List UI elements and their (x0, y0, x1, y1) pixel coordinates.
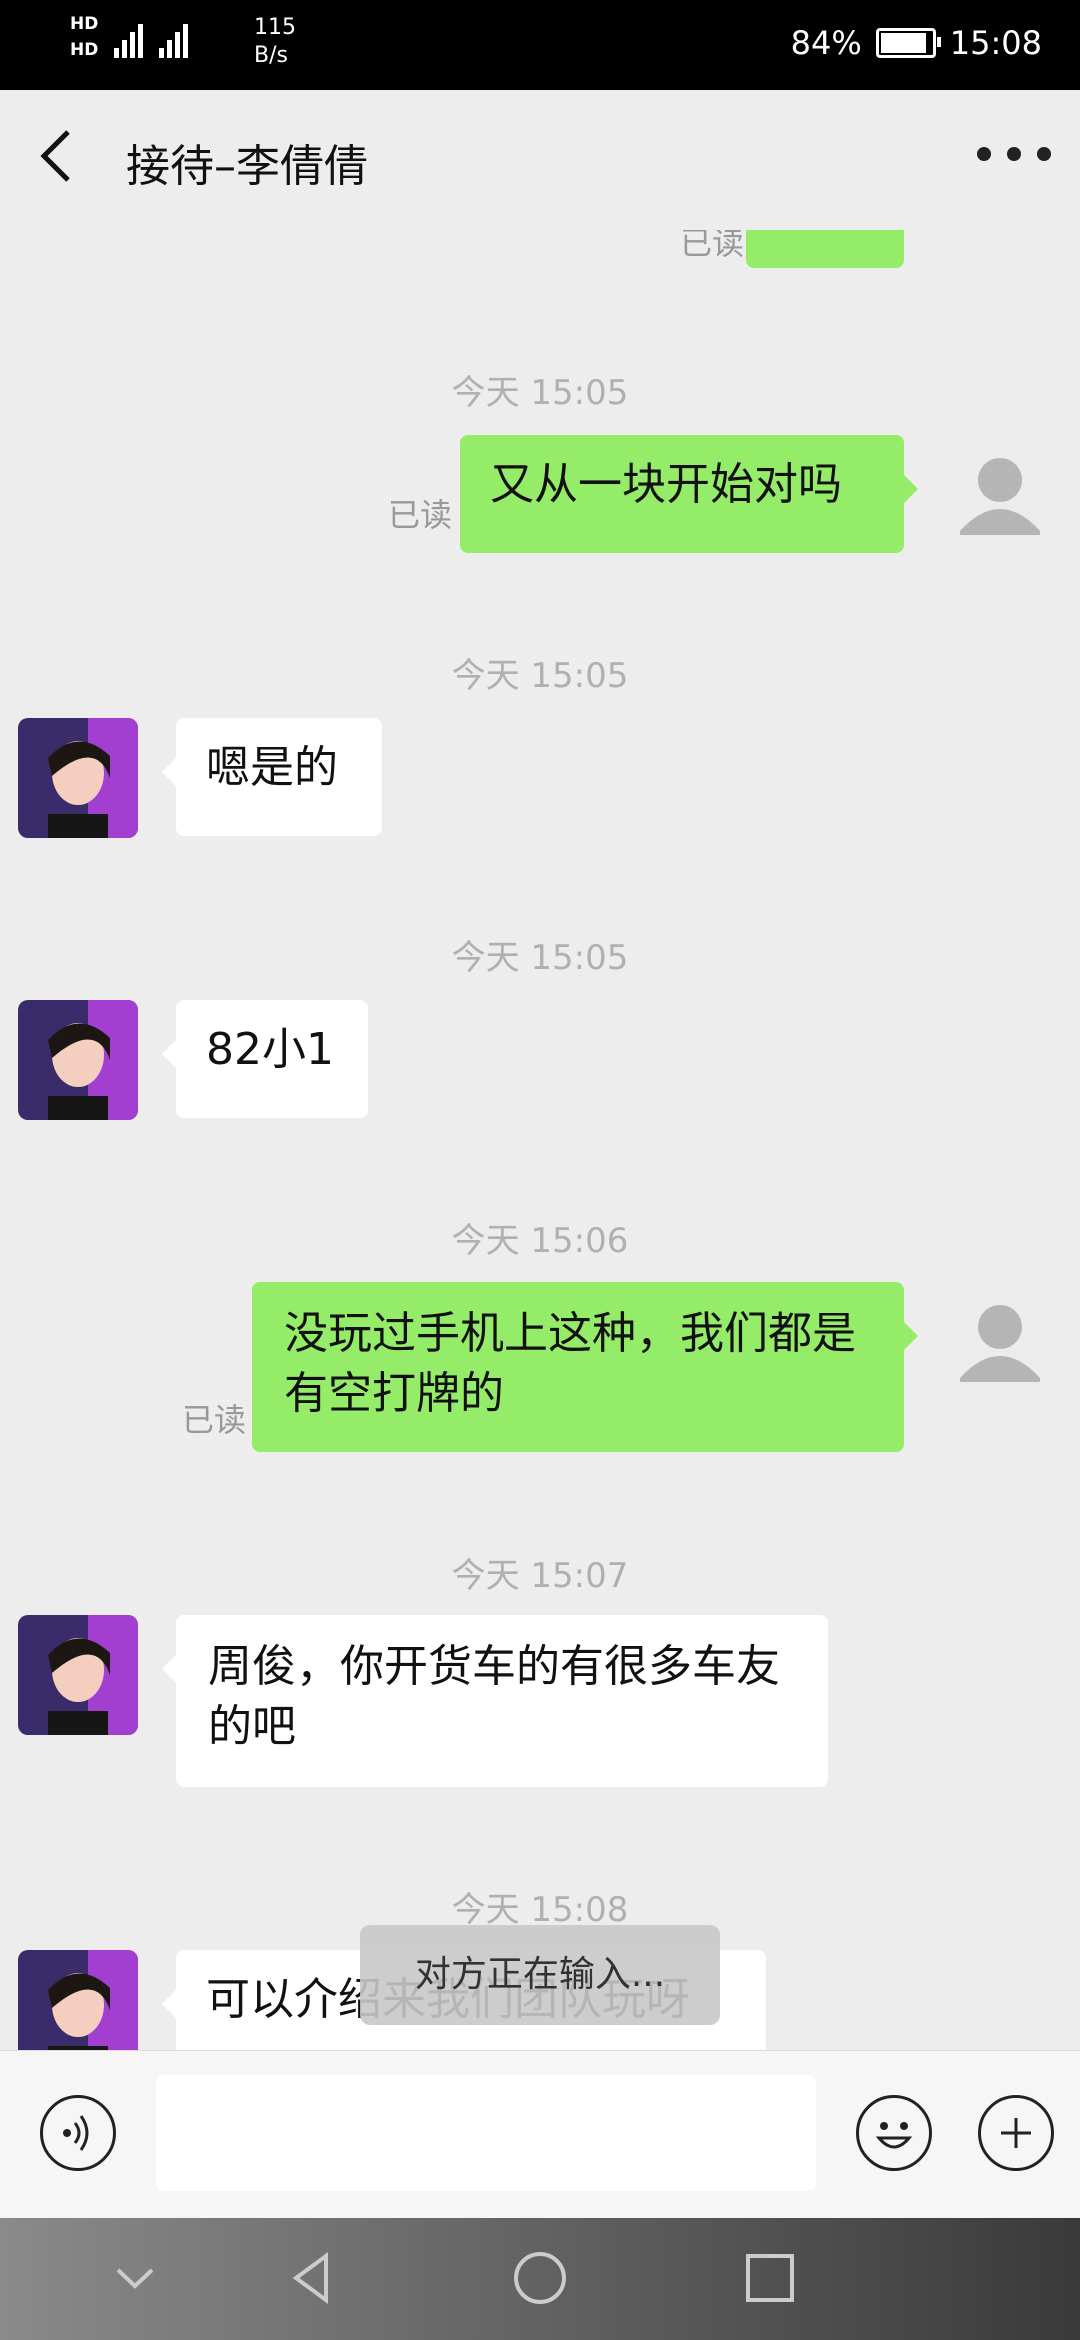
timestamp: 今天 15:07 (451, 1556, 629, 1596)
battery-icon (875, 28, 941, 58)
message-bubble-right[interactable] (746, 230, 904, 268)
timestamp: 今天 15:08 (451, 1890, 629, 1930)
signal-icon (114, 14, 144, 58)
avatar-self[interactable] (940, 1282, 1060, 1402)
read-receipt: 已读 (182, 1401, 247, 1439)
nav-back-icon[interactable] (282, 2248, 342, 2308)
contact-photo (18, 718, 138, 838)
nav-recents-icon[interactable] (742, 2250, 798, 2306)
hd-badge-2: HD (70, 40, 99, 60)
typing-indicator-toast: 对方正在输入... (360, 1925, 720, 2025)
timestamp: 今天 15:05 (451, 373, 629, 413)
status-bar: HD HD 115 B/s 84% 15:08 (0, 0, 1080, 90)
contact-photo (18, 1000, 138, 1120)
timestamp: 今天 15:05 (451, 656, 629, 696)
input-bar (0, 2050, 1080, 2219)
nav-home-icon[interactable] (510, 2248, 570, 2308)
chat-header: 接待–李倩倩 (0, 90, 1080, 230)
read-receipt: 已读 (680, 230, 745, 262)
message-bubble-left[interactable]: 嗯是的 (162, 718, 382, 836)
system-navigation-bar (0, 2218, 1080, 2340)
battery-percent: 84% (790, 24, 862, 62)
message-list[interactable]: 已读 今天 15:05 已读 又从一块开始对吗 今天 15:05 嗯是的 今天 … (0, 230, 1080, 2050)
hd-badge-1: HD (70, 14, 99, 34)
chat-title: 接待–李倩倩 (126, 141, 368, 192)
message-bubble-left[interactable]: 82小1 (162, 1000, 368, 1118)
voice-icon (63, 2115, 89, 2151)
emoji-icon (875, 2122, 913, 2149)
avatar-contact[interactable] (18, 1615, 138, 1735)
message-bubble-left[interactable]: 周俊，你开货车的有很多车友的吧 (162, 1615, 828, 1787)
add-more-button[interactable] (978, 2095, 1054, 2171)
message-bubble-right[interactable]: 没玩过手机上这种，我们都是有空打牌的 (252, 1282, 918, 1452)
timestamp: 今天 15:05 (451, 938, 629, 978)
clock: 15:08 (949, 24, 1042, 62)
avatar-contact[interactable] (18, 718, 138, 838)
signal-icon-2 (159, 14, 189, 58)
network-speed: 115 B/s (254, 15, 296, 68)
avatar-self[interactable] (940, 435, 1060, 555)
more-options-icon[interactable] (974, 134, 1054, 174)
contact-photo (18, 1950, 138, 2050)
timestamp: 今天 15:06 (451, 1221, 629, 1261)
avatar-self[interactable] (940, 230, 1060, 240)
default-avatar-icon (940, 435, 1060, 555)
read-receipt: 已读 (388, 496, 453, 534)
avatar-contact[interactable] (18, 1950, 138, 2050)
signal-area: HD HD (70, 14, 189, 60)
contact-photo (18, 1615, 138, 1735)
back-arrow-icon[interactable] (30, 126, 90, 186)
message-bubble-right[interactable]: 又从一块开始对吗 (460, 435, 918, 553)
plus-icon (1001, 2118, 1031, 2148)
chevron-down-icon[interactable] (110, 2258, 160, 2298)
voice-button[interactable] (40, 2095, 116, 2171)
default-avatar-icon (940, 1282, 1060, 1402)
emoji-button[interactable] (856, 2095, 932, 2171)
message-input[interactable] (156, 2075, 816, 2191)
avatar-contact[interactable] (18, 1000, 138, 1120)
